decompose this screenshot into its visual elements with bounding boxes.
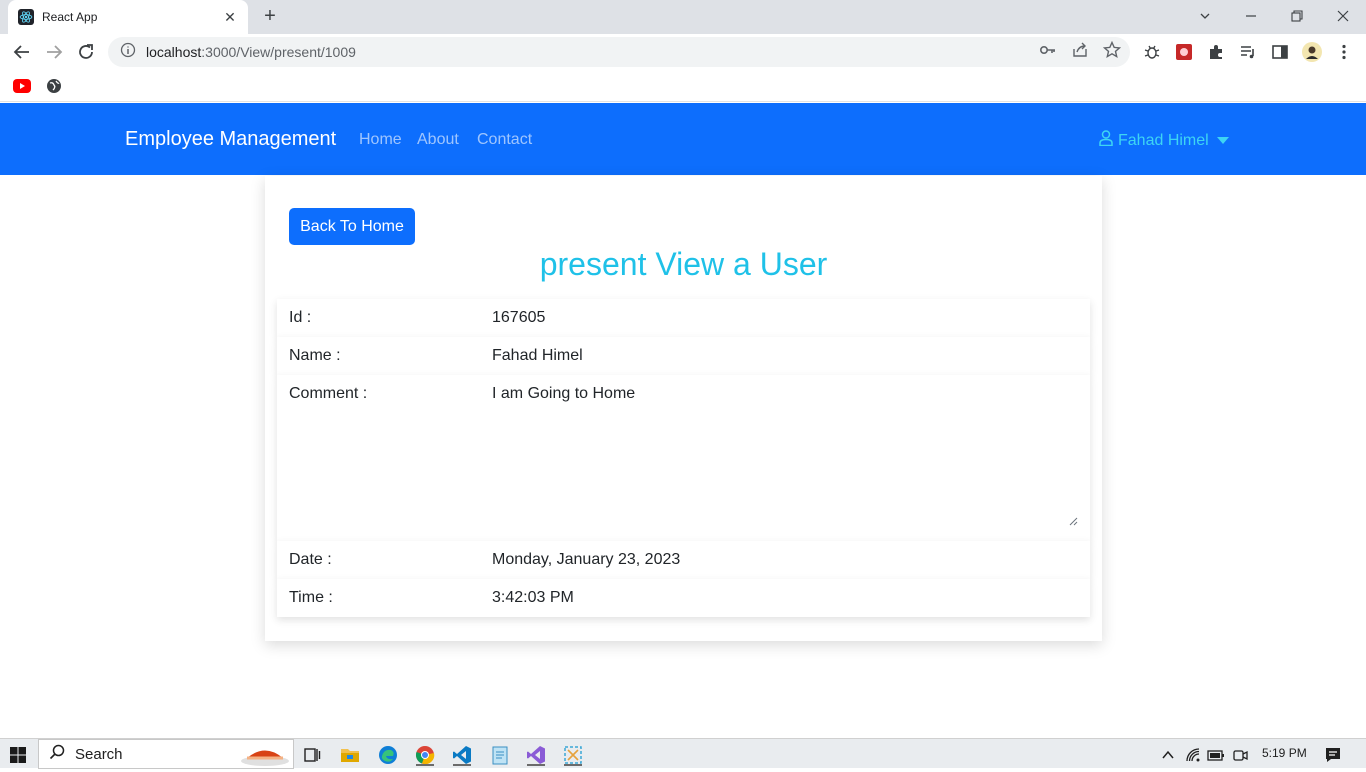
field-value: 167605 [492,309,546,326]
field-label: Comment : [289,385,368,402]
browser-tab[interactable]: React App ✕ [8,0,248,34]
user-detail-card: Back To Home present View a User Id : 16… [265,176,1102,641]
chrome-icon[interactable] [414,744,436,766]
key-icon[interactable] [1039,41,1057,59]
field-value: Monday, January 23, 2023 [492,551,681,568]
field-label: Time : [289,589,333,606]
active-indicator [453,764,471,766]
profile-avatar-icon[interactable] [1302,42,1322,62]
search-icon [49,744,65,765]
field-label: Name : [289,347,341,364]
restore-icon[interactable] [1274,0,1320,32]
field-label: Date : [289,551,332,568]
side-panel-icon[interactable] [1270,42,1290,62]
react-icon [18,9,34,25]
camera-icon[interactable] [1229,744,1251,766]
taskbar-search-input[interactable]: Search [38,739,294,769]
wifi-icon[interactable] [1182,744,1204,766]
nav-link-home[interactable]: Home [359,131,402,149]
edge-browser-icon[interactable] [377,744,399,766]
taskbar-clock[interactable]: 5:19 PM [1262,746,1307,760]
notifications-icon[interactable] [1322,744,1344,766]
chevron-up-icon[interactable] [1157,744,1179,766]
forward-arrow-icon[interactable] [40,38,68,66]
user-dropdown[interactable]: Fahad Himel [1099,130,1229,151]
close-window-icon[interactable] [1320,0,1366,32]
windows-start-icon[interactable] [7,744,29,766]
site-info-icon[interactable] [120,42,136,63]
navbar-brand[interactable]: Employee Management [125,128,336,151]
field-value: 3:42:03 PM [492,589,574,606]
browser-toolbar: localhost:3000/View/present/1009 [0,34,1366,70]
bookmark-star-icon[interactable] [1103,41,1121,59]
field-row-date: Date : Monday, January 23, 2023 [277,541,1090,579]
address-bar[interactable]: localhost:3000/View/present/1009 [108,37,1130,67]
field-row-comment: Comment : I am Going to Home [277,375,1090,541]
url-path: :3000/View/present/1009 [201,44,356,60]
caret-down-icon [1216,137,1229,144]
task-view-icon[interactable] [301,744,323,766]
red-extension-icon[interactable] [1174,42,1194,62]
share-icon[interactable] [1071,41,1089,59]
nav-link-about[interactable]: About [417,131,459,149]
back-arrow-icon[interactable] [8,38,36,66]
tab-title: React App [42,10,98,24]
pie-widget-icon[interactable] [239,741,291,772]
search-label: Search [75,745,123,763]
comment-textarea[interactable]: I am Going to Home [492,385,635,403]
active-indicator [416,764,434,766]
app-navbar: Employee Management Home About Contact F… [0,103,1366,175]
field-row-name: Name : Fahad Himel [277,337,1090,375]
battery-icon[interactable] [1205,744,1227,766]
minimize-icon[interactable] [1228,0,1274,32]
nav-link-contact[interactable]: Contact [477,131,532,149]
page-title: present View a User [539,246,828,282]
field-value: Fahad Himel [492,347,583,364]
active-indicator [527,764,545,766]
media-queue-icon[interactable] [1238,42,1258,62]
user-icon [1099,130,1118,151]
url-text: localhost:3000/View/present/1009 [146,44,356,60]
menu-dots-icon[interactable] [1334,42,1354,62]
active-indicator [564,764,582,766]
file-explorer-icon[interactable] [339,744,361,766]
url-host: localhost [146,44,202,60]
notepad-icon[interactable] [489,744,511,766]
user-name: Fahad Himel [1118,131,1209,149]
bookmarks-bar [0,70,1366,102]
visual-studio-icon[interactable] [525,744,547,766]
back-to-home-button[interactable]: Back To Home [289,208,415,245]
field-row-id: Id : 167605 [277,299,1090,337]
tab-search-icon[interactable] [1182,0,1228,32]
bug-extension-icon[interactable] [1142,42,1162,62]
vscode-icon[interactable] [451,744,473,766]
browser-tab-strip: React App ✕ + [0,0,1366,34]
extensions-puzzle-icon[interactable] [1206,42,1226,62]
globe-icon[interactable] [44,76,64,96]
close-tab-icon[interactable]: ✕ [222,9,238,26]
reload-icon[interactable] [72,38,100,66]
new-tab-button[interactable]: + [258,6,282,28]
resize-handle-icon[interactable] [1068,513,1078,526]
field-label: Id : [289,309,312,326]
snipping-tool-icon[interactable] [562,744,584,766]
youtube-icon[interactable] [12,76,32,96]
field-row-time: Time : 3:42:03 PM [277,579,1090,617]
windows-taskbar: Search 5:19 PM [0,738,1366,769]
